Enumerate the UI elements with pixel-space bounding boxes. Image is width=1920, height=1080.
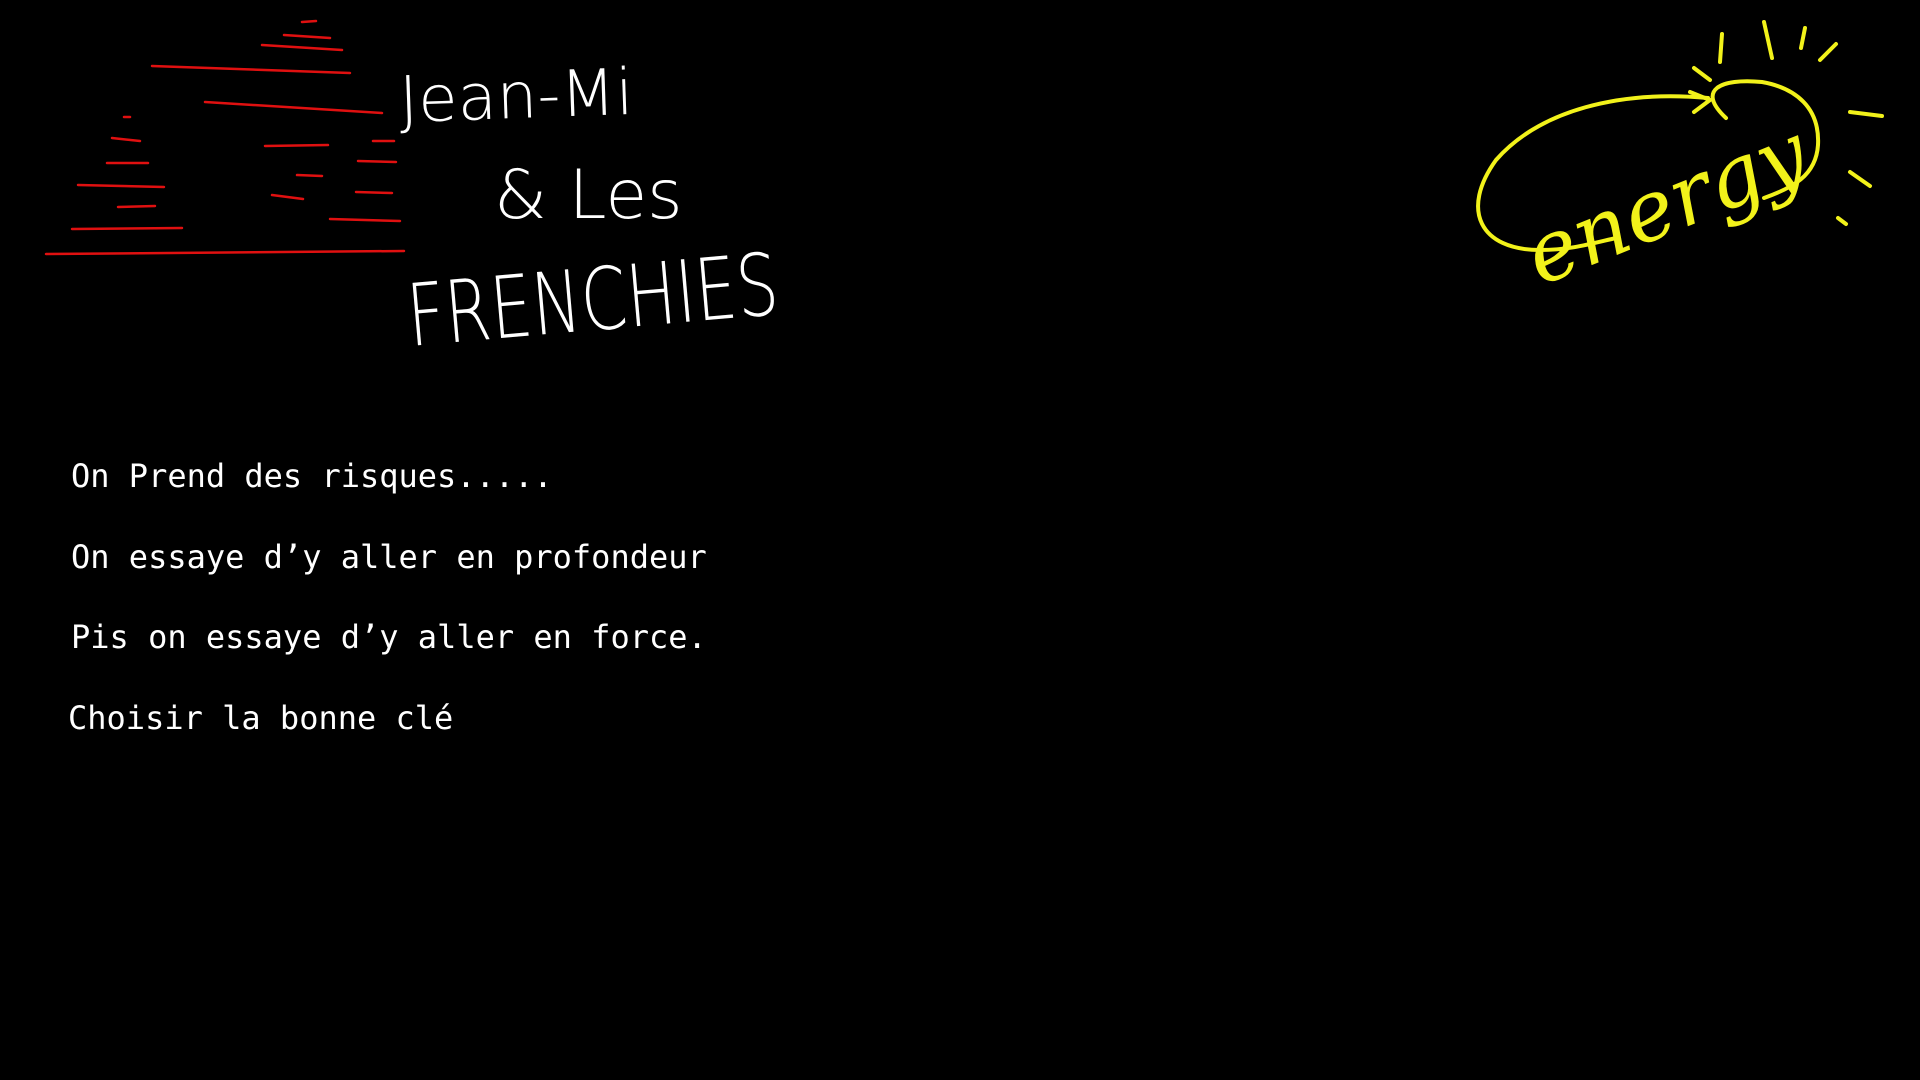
logo-title-line2: & Les	[494, 156, 683, 235]
text-line: On Prend des risques.....	[71, 457, 553, 495]
energy-word: energy	[1511, 103, 1823, 305]
text-line: Choisir la bonne clé	[68, 699, 454, 737]
band-logo: Jean-Mi & Les FRENCHIES	[44, 19, 782, 367]
text-line: On essaye d’y aller en profondeur	[71, 538, 707, 576]
energy-badge: energy	[1476, 20, 1884, 305]
logo-title-line3: FRENCHIES	[403, 235, 782, 367]
logo-title-line1: Jean-Mi	[398, 56, 635, 138]
red-stripes	[44, 19, 406, 256]
text-line: Pis on essaye d’y aller en force.	[71, 618, 707, 656]
